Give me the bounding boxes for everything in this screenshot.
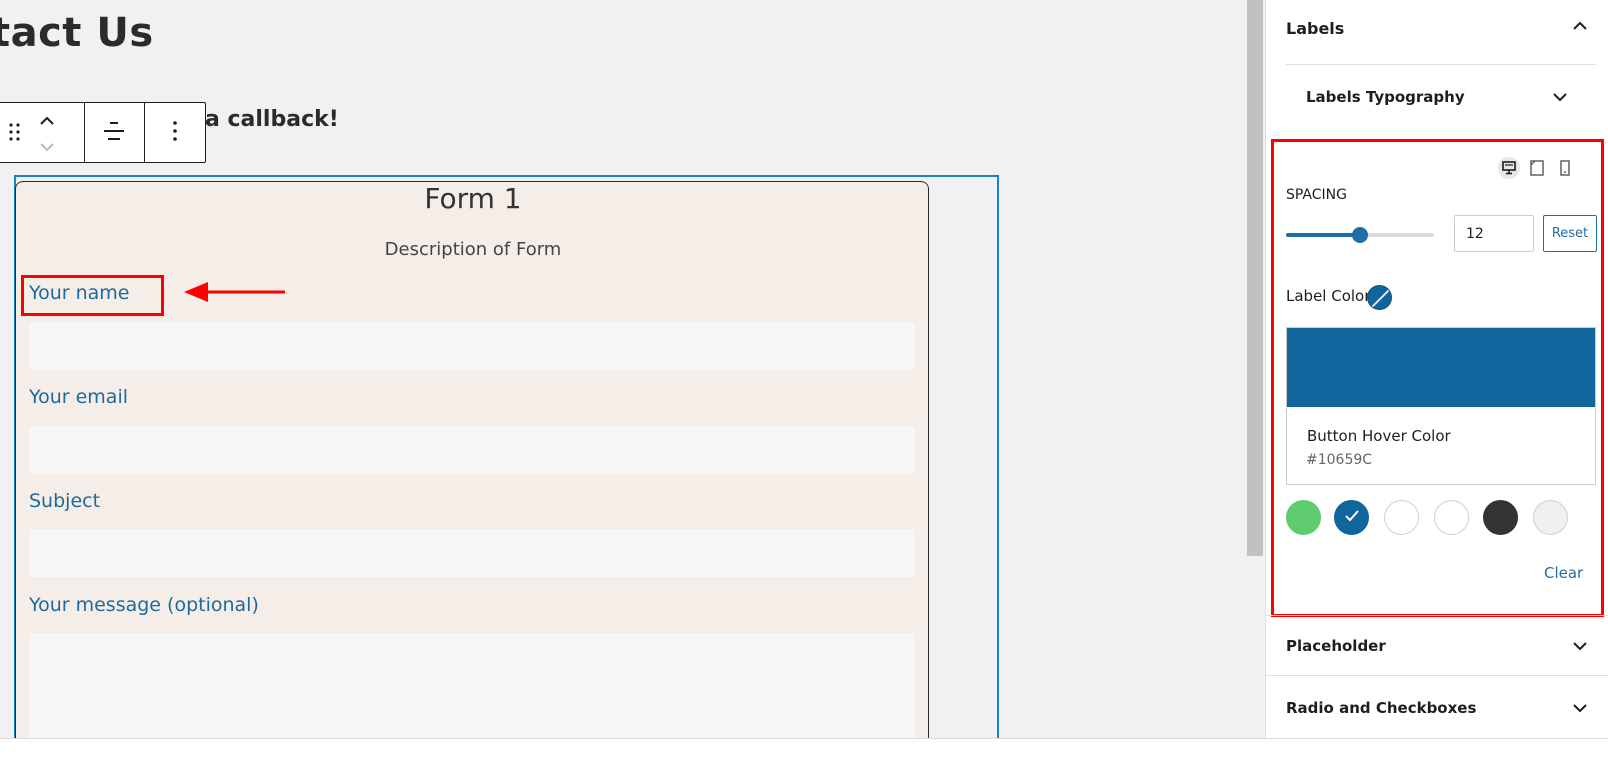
form-description: Description of Form xyxy=(384,239,562,260)
contact-form: Form 1 Description of Form Your name You… xyxy=(15,181,929,738)
settings-sidebar: Labels Labels Typography SPACING 12 Rese… xyxy=(1265,0,1608,738)
name-input[interactable] xyxy=(29,322,915,370)
chevron-down-icon[interactable] xyxy=(39,138,55,157)
color-picker-preview[interactable] xyxy=(1287,328,1595,407)
chevron-up-icon[interactable] xyxy=(39,113,55,132)
swatch-green[interactable] xyxy=(1286,500,1321,535)
checkmark-icon xyxy=(1344,508,1360,527)
label-color-swatch[interactable] xyxy=(1367,285,1392,310)
swatch-blue[interactable] xyxy=(1334,500,1369,535)
annotation-arrow-icon xyxy=(184,280,286,308)
color-picker: Button Hover Color #10659C xyxy=(1286,327,1596,485)
spacing-label: SPACING xyxy=(1286,187,1347,203)
field-label-message: Your message (optional) xyxy=(29,594,259,616)
clear-button[interactable]: Clear xyxy=(1544,564,1583,582)
callback-heading: a callback! xyxy=(205,107,339,132)
scrollbar-thumb[interactable] xyxy=(1247,0,1263,556)
swatch-white-2[interactable] xyxy=(1434,500,1469,535)
divider xyxy=(1266,615,1608,616)
radio-checkboxes-section-title[interactable]: Radio and Checkboxes xyxy=(1286,699,1476,717)
chevron-down-icon[interactable] xyxy=(1551,88,1569,106)
mobile-icon[interactable] xyxy=(1554,157,1576,179)
swatch-white[interactable] xyxy=(1384,500,1419,535)
bottom-area xyxy=(0,738,1608,781)
placeholder-section-title[interactable]: Placeholder xyxy=(1286,637,1386,655)
chevron-down-icon[interactable] xyxy=(1571,637,1589,655)
field-label-email: Your email xyxy=(29,386,128,408)
label-color-label: Label Color xyxy=(1286,287,1371,305)
spacing-value-input[interactable]: 12 xyxy=(1454,215,1534,252)
chevron-up-icon[interactable] xyxy=(1571,17,1589,35)
slider-thumb[interactable] xyxy=(1352,227,1368,243)
labels-section-title[interactable]: Labels xyxy=(1286,19,1344,38)
block-movers xyxy=(39,113,55,157)
tablet-icon[interactable] xyxy=(1526,157,1548,179)
divider xyxy=(1286,64,1596,65)
swatch-dark[interactable] xyxy=(1483,500,1518,535)
drag-handle-icon[interactable] xyxy=(9,122,21,142)
color-name: Button Hover Color xyxy=(1307,427,1451,445)
toolbar-move-group xyxy=(0,103,85,162)
block-toolbar xyxy=(0,102,206,163)
chevron-down-icon[interactable] xyxy=(1571,699,1589,717)
annotation-highlight-box xyxy=(21,275,164,316)
more-options-button[interactable] xyxy=(145,103,205,162)
color-hex[interactable]: #10659C xyxy=(1306,452,1372,468)
align-button[interactable] xyxy=(85,103,146,162)
page-title: ntact Us xyxy=(0,10,154,56)
align-icon xyxy=(102,120,126,146)
spacing-slider[interactable] xyxy=(1286,227,1434,243)
reset-button[interactable]: Reset xyxy=(1543,215,1597,252)
form-title: Form 1 xyxy=(424,182,522,215)
field-label-subject: Subject xyxy=(29,490,101,512)
more-options-icon xyxy=(172,120,178,146)
canvas-scrollbar[interactable] xyxy=(1245,0,1265,738)
divider xyxy=(1266,675,1608,676)
labels-typography-toggle[interactable]: Labels Typography xyxy=(1306,88,1465,106)
swatch-light-gray[interactable] xyxy=(1533,500,1568,535)
desktop-icon[interactable] xyxy=(1498,157,1520,179)
subject-input[interactable] xyxy=(29,529,915,577)
email-input[interactable] xyxy=(29,426,915,474)
editor-canvas: ntact Us a callback! xyxy=(0,0,1245,738)
message-textarea[interactable] xyxy=(29,633,915,738)
slider-fill xyxy=(1286,233,1360,237)
